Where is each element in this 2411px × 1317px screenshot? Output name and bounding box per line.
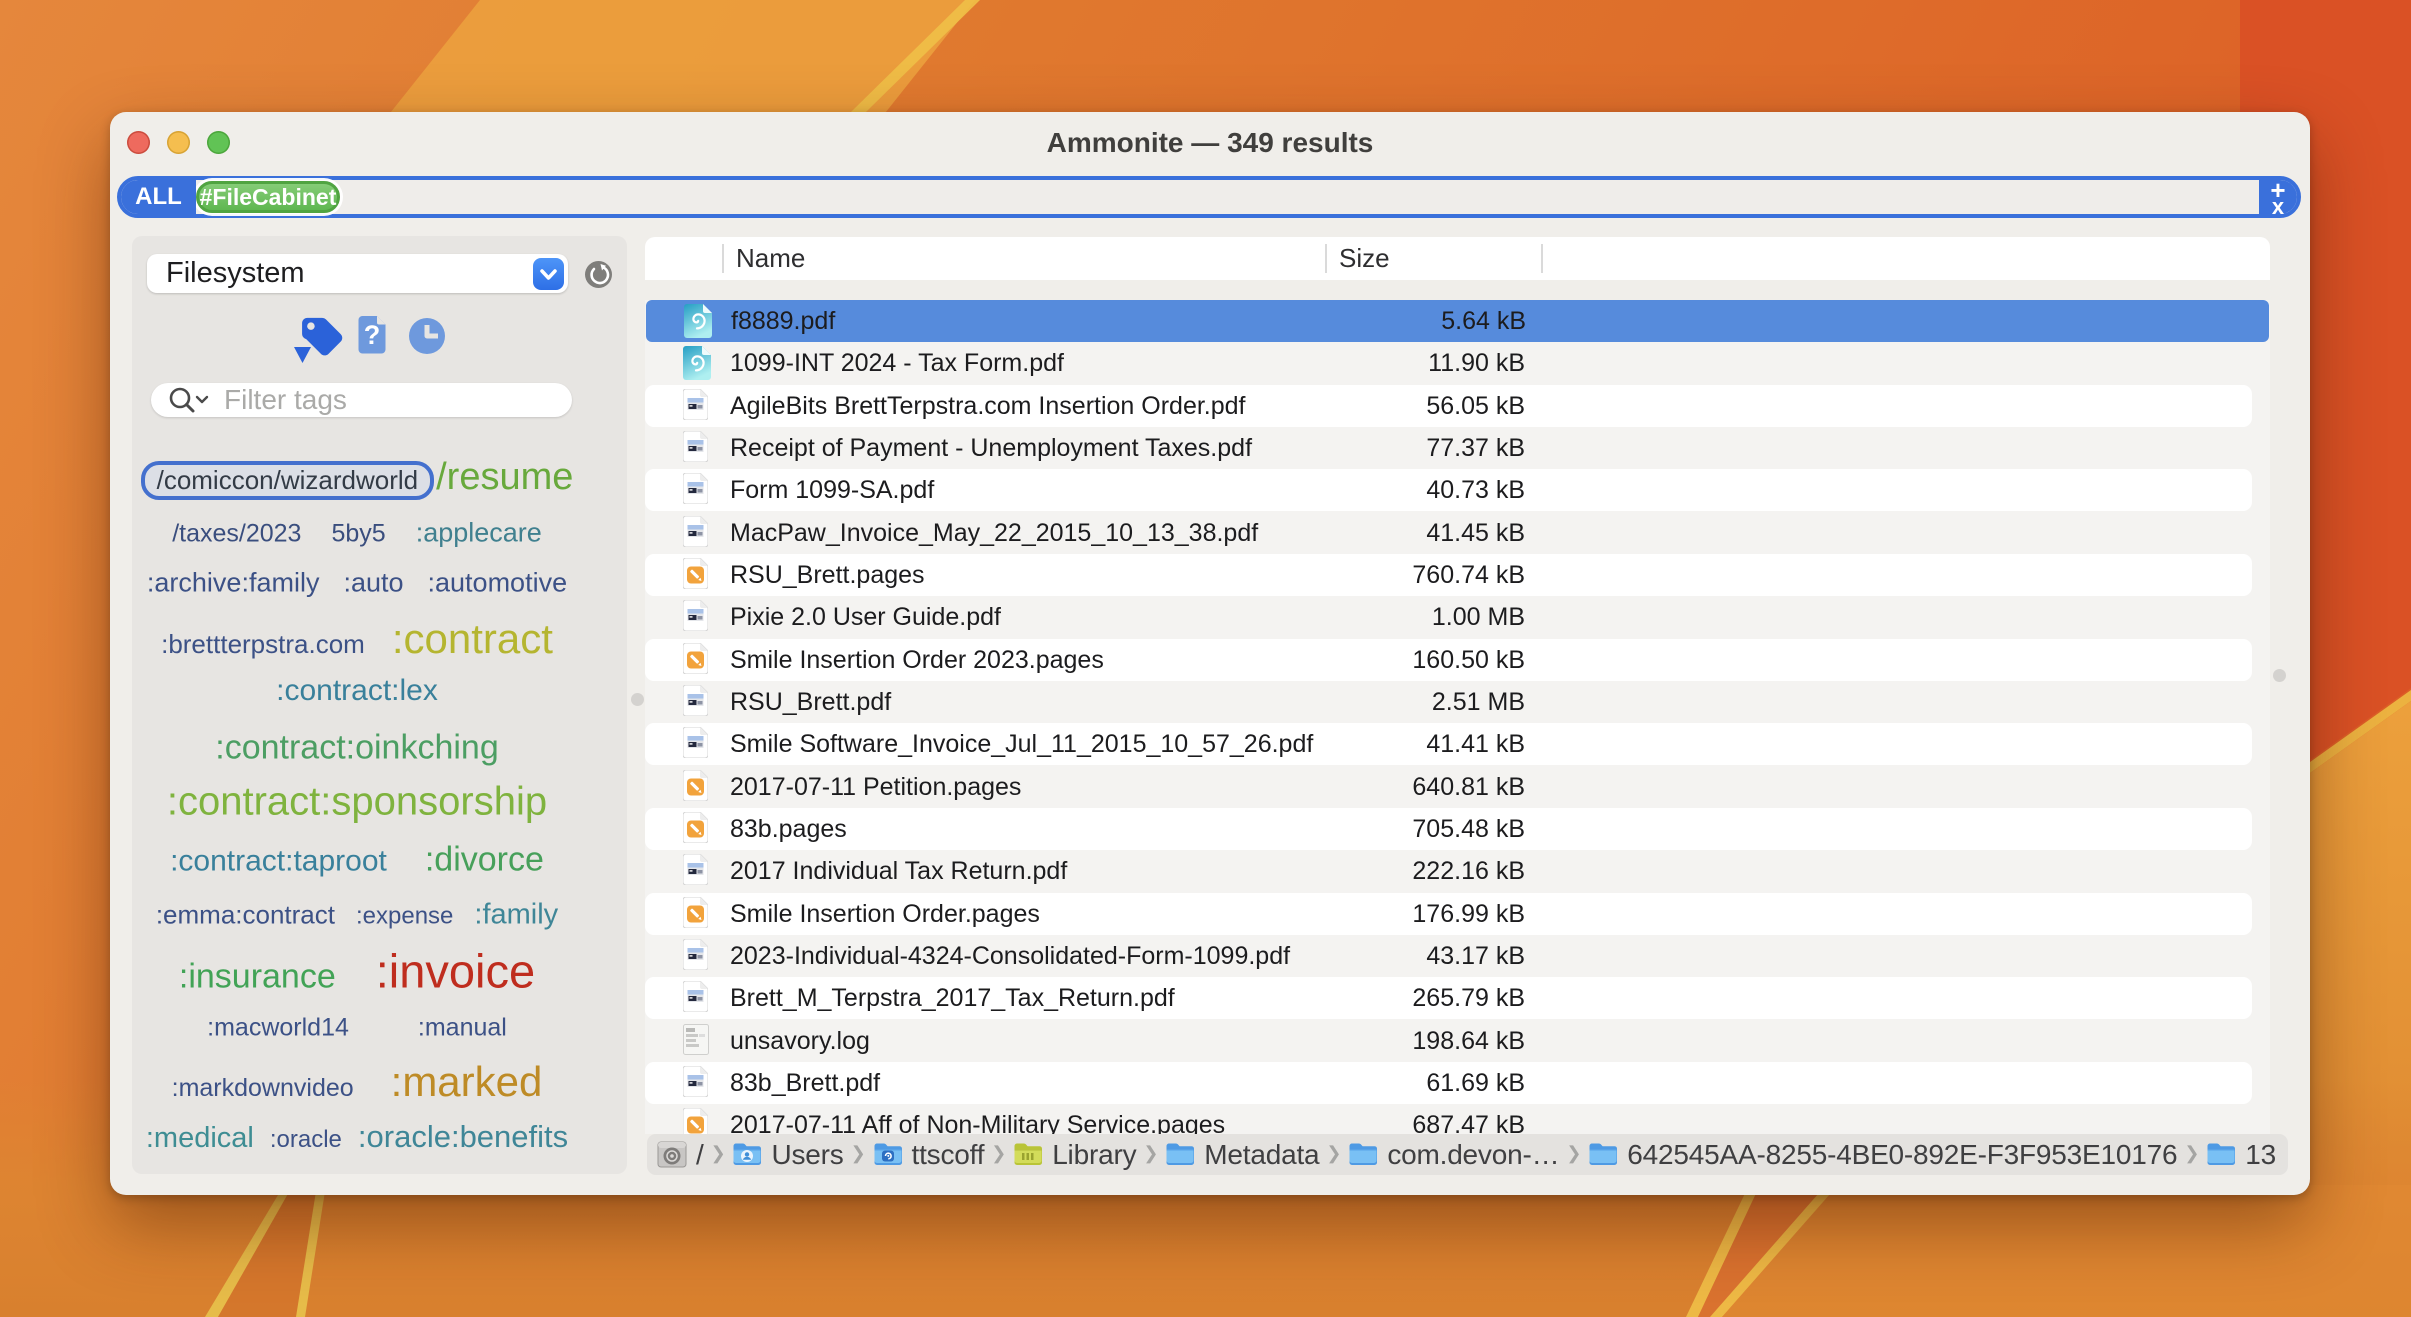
svg-text:?: ? [364, 320, 381, 350]
